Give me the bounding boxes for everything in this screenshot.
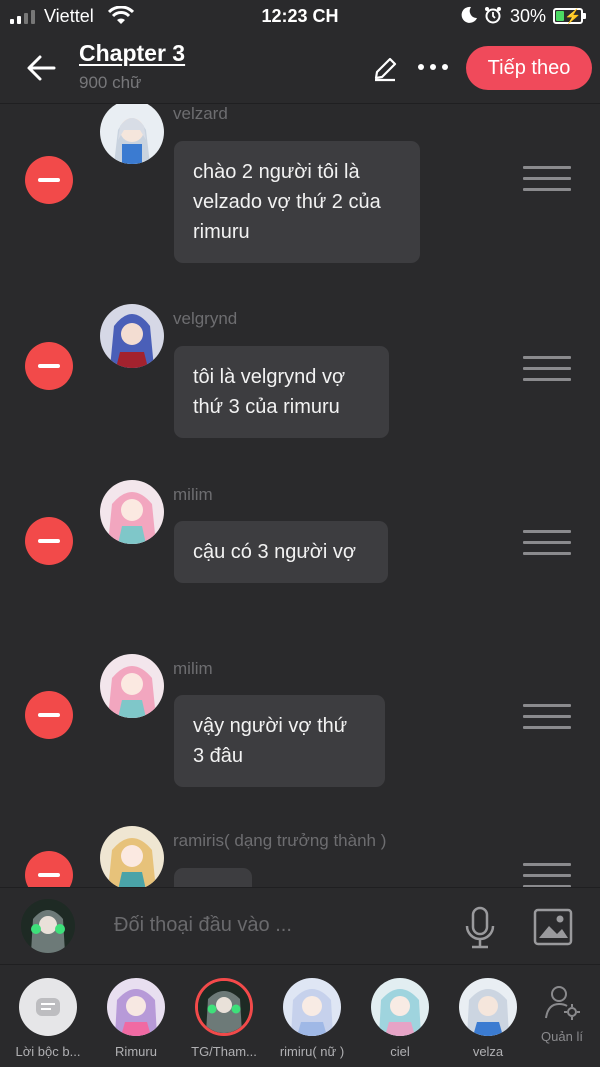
avatar [100, 826, 164, 887]
message-composer: Đối thoại đầu vào ... [0, 887, 600, 965]
message-row: velzard chào 2 người tôi là velzado vợ t… [0, 104, 600, 294]
dialogue-input[interactable]: Đối thoại đầu vào ... [114, 914, 292, 937]
microphone-icon[interactable] [462, 906, 498, 950]
drag-handle-icon[interactable] [523, 530, 571, 556]
battery-percent: 30% [510, 6, 547, 26]
sender-name: milim [173, 659, 213, 678]
avatar[interactable] [21, 899, 75, 953]
drag-handle-icon[interactable] [523, 863, 571, 887]
remove-message-button[interactable] [25, 851, 73, 887]
message-row: milim cậu có 3 người vợ [0, 480, 600, 610]
manage-label: Quản lí [541, 1029, 583, 1044]
character-item[interactable]: Rimuru [96, 978, 176, 1059]
message-line: tôi là velgrynd vợ [193, 366, 346, 388]
avatar [100, 304, 164, 368]
image-icon[interactable] [533, 908, 573, 946]
character-label: Rimuru [115, 1044, 157, 1059]
chapter-header: Chapter 3 900 chữ Tiếp theo [0, 34, 600, 104]
drag-handle-icon[interactable] [523, 356, 571, 382]
character-item[interactable]: velza [448, 978, 528, 1059]
status-bar: Viettel 12:23 CH 30% ⚡ [0, 0, 600, 34]
alarm-icon [485, 7, 501, 24]
moon-icon [461, 6, 477, 23]
remove-message-button[interactable] [25, 342, 73, 390]
remove-message-button[interactable] [25, 156, 73, 204]
message-line: thứ 3 của rimuru [193, 396, 340, 418]
message-bubble[interactable]: tôi là velgrynd vợ thứ 3 của rimuru [174, 346, 389, 438]
sender-name: milim [173, 485, 213, 504]
narrator-icon [19, 978, 77, 1036]
message-bubble[interactable]: cậu có 3 người vợ [174, 521, 388, 583]
chat-editor-screen: Viettel 12:23 CH 30% ⚡ Chapter 3 900 chữ [0, 0, 600, 1067]
message-row: milim vậy người vợ thứ 3 đâu [0, 654, 600, 814]
pencil-icon[interactable] [372, 56, 398, 82]
character-item[interactable]: ciel [360, 978, 440, 1059]
manage-characters-button[interactable]: Quản lí [535, 984, 589, 1044]
avatar [459, 978, 517, 1036]
avatar [100, 480, 164, 544]
character-label: Lời bộc b... [15, 1044, 81, 1059]
drag-handle-icon[interactable] [523, 704, 571, 730]
sender-name: velgrynd [173, 309, 238, 328]
message-bubble[interactable] [174, 868, 252, 887]
message-line: chào 2 người tôi là [193, 161, 360, 183]
avatar [100, 654, 164, 718]
drag-handle-icon[interactable] [523, 166, 571, 192]
avatar [283, 978, 341, 1036]
remove-message-button[interactable] [25, 517, 73, 565]
character-selector: Lời bộc b... Rimuru TG/Tham... rimiru( n… [0, 965, 600, 1067]
battery-icon: ⚡ [553, 8, 586, 24]
message-bubble[interactable]: chào 2 người tôi là velzado vợ thứ 2 của… [174, 141, 420, 263]
character-narrator[interactable]: Lời bộc b... [8, 978, 88, 1059]
chapter-title[interactable]: Chapter 3 [79, 40, 185, 67]
manage-user-icon [545, 986, 580, 1020]
message-list: velzard chào 2 người tôi là velzado vợ t… [0, 104, 600, 887]
next-chapter-button[interactable]: Tiếp theo [466, 46, 592, 90]
sender-name: ramiris( dạng trưởng thành ) [173, 831, 387, 850]
message-line: cậu có 3 người vợ [193, 541, 357, 563]
character-label: velza [472, 1044, 504, 1059]
avatar [100, 104, 164, 164]
message-line: vậy người vợ thứ [193, 715, 348, 737]
message-line: rimuru [193, 221, 250, 243]
avatar [371, 978, 429, 1036]
back-arrow-icon[interactable] [24, 50, 60, 86]
character-item[interactable]: TG/Tham... [184, 978, 264, 1059]
more-options-icon[interactable] [414, 58, 452, 78]
character-label: rimiru( nữ ) [279, 1044, 345, 1059]
avatar [195, 978, 253, 1036]
character-item[interactable]: rimiru( nữ ) [272, 978, 352, 1059]
message-line: velzado vợ thứ 2 của [193, 191, 381, 213]
message-row: ramiris( dạng trưởng thành ) [0, 826, 600, 887]
character-label: TG/Tham... [191, 1044, 257, 1059]
message-row: velgrynd tôi là velgrynd vợ thứ 3 của ri… [0, 304, 600, 454]
sender-name: velzard [173, 104, 228, 123]
remove-message-button[interactable] [25, 691, 73, 739]
character-label: ciel [390, 1044, 410, 1059]
word-count: 900 chữ [79, 73, 142, 92]
message-bubble[interactable]: vậy người vợ thứ 3 đâu [174, 695, 385, 787]
message-line: 3 đâu [193, 745, 244, 767]
avatar [107, 978, 165, 1036]
